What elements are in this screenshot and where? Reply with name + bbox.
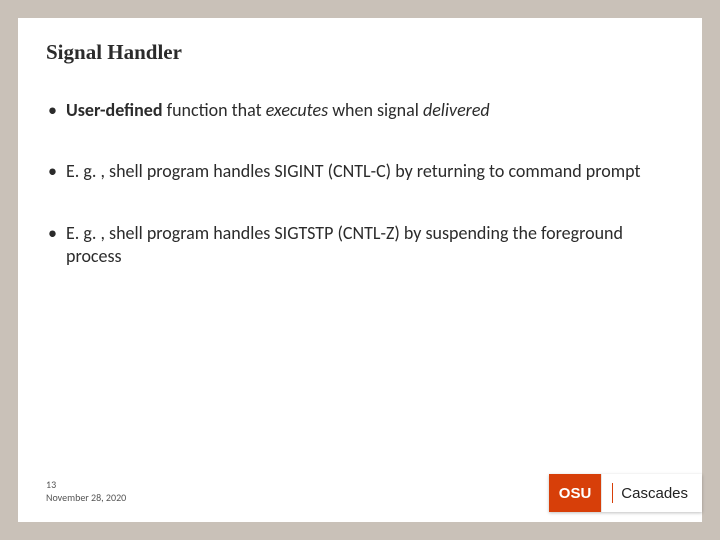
text-plain: function that [163, 99, 266, 121]
slide-title: Signal Handler [46, 40, 674, 65]
slide-date: November 28, 2020 [46, 491, 126, 504]
text-italic: executes [266, 99, 328, 121]
logo-divider [612, 483, 613, 503]
slide-footer: 13 November 28, 2020 [46, 478, 126, 504]
slide-frame: Signal Handler User-defined function tha… [0, 0, 720, 540]
bullet-item: E. g. , shell program handles SIGTSTP (C… [46, 222, 674, 269]
osu-cascades-logo: OSU Cascades [549, 474, 702, 512]
bullet-item: E. g. , shell program handles SIGINT (CN… [46, 160, 674, 183]
bullet-item: User-defined function that executes when… [46, 99, 674, 122]
slide-content: Signal Handler User-defined function tha… [18, 18, 702, 522]
bullet-list: User-defined function that executes when… [46, 99, 674, 269]
slide-number: 13 [46, 478, 126, 491]
logo-campus-text: Cascades [621, 485, 688, 502]
text-plain: when signal [328, 99, 423, 121]
text-italic: delivered [423, 99, 490, 121]
text-bold: User-defined [66, 99, 163, 121]
logo-campus: Cascades [601, 474, 702, 512]
logo-brand: OSU [549, 474, 602, 512]
